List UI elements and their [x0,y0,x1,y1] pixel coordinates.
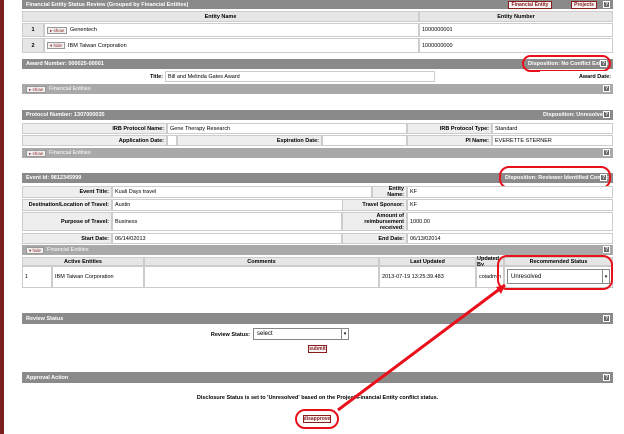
arrow-line [337,283,506,412]
page: Financial Entity Status Review (Grouped … [0,0,624,434]
annotation-arrows [337,283,506,412]
